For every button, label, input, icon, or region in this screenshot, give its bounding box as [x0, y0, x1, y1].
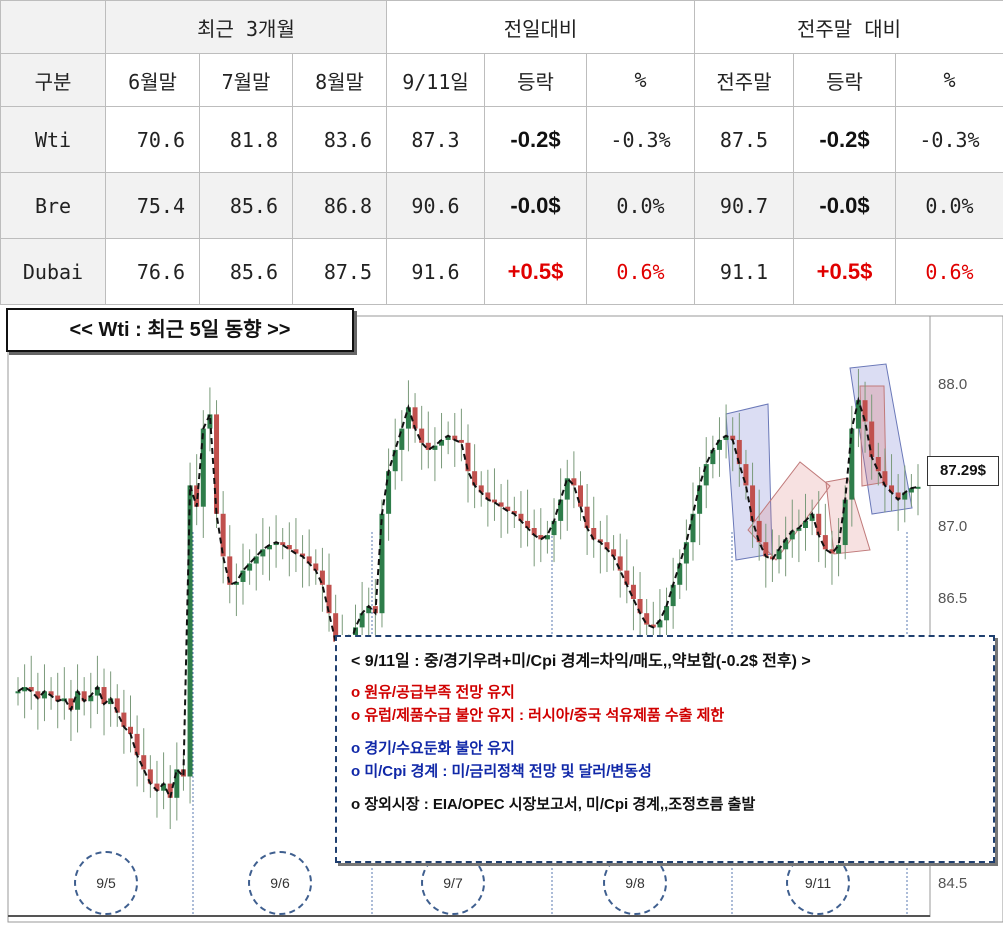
- wti-prev-week: 87.5: [694, 106, 794, 173]
- dubai-jun: 76.6: [105, 238, 200, 305]
- row-name-brent: Bre: [0, 172, 106, 239]
- day-marker-9-6: 9/6: [248, 851, 312, 915]
- col-change-weekly: 등락: [793, 53, 896, 107]
- candle-body: [630, 584, 636, 599]
- brent-pct: 0.0%: [585, 172, 696, 239]
- brent-today: 90.6: [386, 172, 485, 239]
- candle-body: [240, 570, 246, 582]
- table-corner-cell: [0, 0, 106, 54]
- header-daily: 전일대비: [385, 0, 696, 54]
- candle-body: [491, 499, 497, 503]
- dubai-jul: 85.6: [199, 238, 293, 305]
- wti-pct: -0.3%: [585, 106, 696, 173]
- candle-body: [200, 428, 206, 507]
- wti-jul: 81.8: [199, 106, 293, 173]
- candle-body: [855, 400, 861, 429]
- news-item-2: o 유럽/제품수급 불안 유지 : 러시아/중국 석유제품 수출 제한: [351, 707, 725, 724]
- dubai-today: 91.6: [386, 238, 485, 305]
- price-table-recent: 최근 3개월 구분 6월말 7월말 8월말 Wti 70.6 81.8 83.6…: [0, 0, 388, 305]
- price-table-weekly: 전주말 대비 전주말 등락 % 87.5 -0.2$ -0.3% 90.7 -0…: [694, 0, 1003, 305]
- col-pct: %: [585, 53, 696, 107]
- wti-pct-weekly: -0.3%: [895, 106, 1003, 173]
- brent-jun: 75.4: [105, 172, 200, 239]
- wti-aug: 83.6: [291, 106, 388, 173]
- candle-body: [187, 485, 193, 777]
- brent-jul: 85.6: [199, 172, 293, 239]
- candle-body: [247, 563, 253, 571]
- dubai-pct: 0.6%: [585, 238, 696, 305]
- candle-body: [584, 506, 590, 528]
- brent-prev-week: 90.7: [694, 172, 794, 239]
- wti-change-weekly: -0.2$: [793, 106, 896, 173]
- dubai-change-weekly: +0.5$: [793, 238, 896, 305]
- candle-body: [386, 471, 392, 514]
- last-price-label: 87.29$: [927, 456, 999, 486]
- day-marker-9-5: 9/5: [74, 851, 138, 915]
- candle-body: [419, 428, 425, 443]
- col-pct-weekly: %: [895, 53, 1003, 107]
- col-jul: 7월말: [199, 53, 293, 107]
- news-item-3: o 경기/수요둔화 불안 유지: [351, 740, 515, 757]
- news-item-5: o 장외시장 : EIA/OPEC 시장보고서, 미/Cpi 경계,,조정흐름 …: [351, 796, 756, 813]
- col-category: 구분: [0, 53, 106, 107]
- candle-body: [869, 421, 875, 457]
- chart-title: << Wti : 최근 5일 동향 >>: [6, 308, 354, 352]
- candle-body: [578, 485, 583, 507]
- dubai-aug: 87.5: [291, 238, 388, 305]
- news-item-1: o 원유/공급부족 전망 유지: [351, 684, 515, 701]
- candle-body: [458, 439, 464, 443]
- y-tick-86-5: 86.5: [938, 590, 968, 607]
- candle-body: [121, 712, 127, 727]
- row-name-wti: Wti: [0, 106, 106, 173]
- header-weekly: 전주말 대비: [694, 0, 1003, 54]
- col-aug: 8월말: [291, 53, 388, 107]
- brent-change: -0.0$: [484, 172, 587, 239]
- candle-body: [379, 513, 385, 614]
- wti-change: -0.2$: [484, 106, 587, 173]
- col-date: 9/11일: [386, 53, 485, 107]
- candle-body: [15, 691, 21, 694]
- wti-today: 87.3: [386, 106, 485, 173]
- dubai-pct-weekly: 0.6%: [895, 238, 1003, 305]
- dubai-change: +0.5$: [484, 238, 587, 305]
- col-prev-week: 전주말: [694, 53, 794, 107]
- news-box: < 9/11일 : 중/경기우려+미/Cpi 경계=차익/매도,,약보합(-0.…: [335, 635, 995, 863]
- candle-body: [141, 755, 147, 770]
- header-recent-3m: 최근 3개월: [104, 0, 388, 54]
- candle-body: [822, 535, 828, 550]
- brent-change-weekly: -0.0$: [793, 172, 896, 239]
- brent-pct-weekly: 0.0%: [895, 172, 1003, 239]
- col-change: 등락: [484, 53, 587, 107]
- wti-chart: << Wti : 최근 5일 동향 >> 88.0 87.0 86.5 84.5…: [0, 302, 1003, 929]
- y-tick-88: 88.0: [938, 376, 968, 393]
- col-jun: 6월말: [105, 53, 200, 107]
- brent-aug: 86.8: [291, 172, 388, 239]
- row-name-dubai: Dubai: [0, 238, 106, 305]
- candle-body: [842, 499, 848, 546]
- y-tick-87: 87.0: [938, 518, 968, 535]
- candle-body: [253, 556, 259, 564]
- candle-body: [670, 584, 676, 607]
- candle-body: [750, 485, 756, 521]
- news-item-4: o 미/Cpi 경계 : 미/금리정책 전망 및 달러/변동성: [351, 763, 652, 780]
- wti-jun: 70.6: [105, 106, 200, 173]
- candle-body: [664, 606, 670, 621]
- dubai-prev-week: 91.1: [694, 238, 794, 305]
- candle-body: [280, 542, 286, 546]
- news-headline: < 9/11일 : 중/경기우려+미/Cpi 경계=차익/매도,,약보합(-0.…: [351, 653, 811, 670]
- price-table-daily: 전일대비 9/11일 등락 % 87.3 -0.2$ -0.3% 90.6 -0…: [385, 0, 696, 305]
- y-tick-84-5: 84.5: [938, 875, 968, 892]
